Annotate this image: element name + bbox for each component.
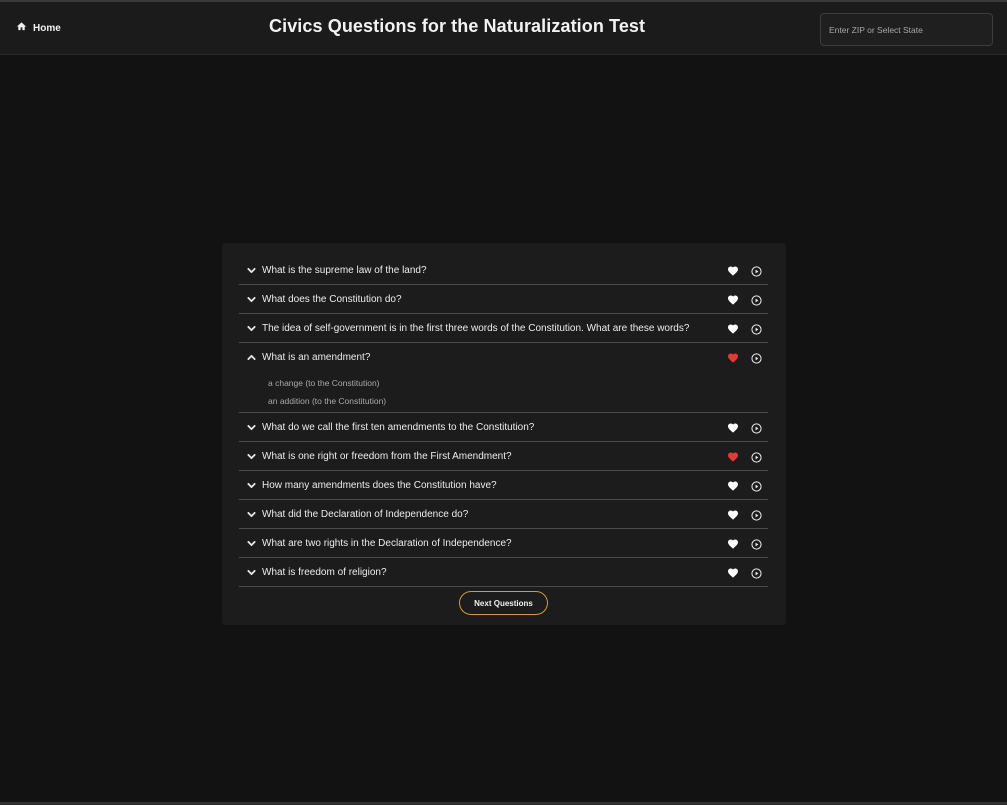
question-header[interactable]: What does the Constitution do? [239, 285, 768, 313]
chevron-down-icon[interactable] [247, 324, 256, 333]
chevron-up-icon[interactable] [247, 353, 256, 362]
heart-icon[interactable] [727, 264, 739, 276]
play-circle-icon[interactable] [751, 537, 762, 550]
play-circle-icon[interactable] [751, 293, 762, 306]
question-item: What do we call the first ten amendments… [239, 413, 768, 442]
question-item: What does the Constitution do? [239, 285, 768, 314]
question-header[interactable]: What is an amendment? [239, 343, 768, 371]
play-circle-icon[interactable] [751, 508, 762, 521]
home-label: Home [33, 22, 61, 34]
play-circle-icon[interactable] [751, 421, 762, 434]
heart-icon[interactable] [727, 322, 739, 334]
home-icon [16, 21, 27, 35]
question-item: What is the supreme law of the land? [239, 256, 768, 285]
heart-icon[interactable] [727, 508, 739, 520]
answer-item: a change (to the Constitution) [268, 378, 380, 388]
question-item: What did the Declaration of Independence… [239, 500, 768, 529]
question-header[interactable]: What are two rights in the Declaration o… [239, 529, 768, 557]
question-header[interactable]: What is one right or freedom from the Fi… [239, 442, 768, 470]
answer-item: an addition (to the Constitution) [268, 396, 387, 406]
question-text: The idea of self-government is in the fi… [262, 322, 690, 334]
heart-icon[interactable] [727, 351, 739, 363]
chevron-down-icon[interactable] [247, 568, 256, 577]
question-text: What is freedom of religion? [262, 566, 387, 578]
next-questions-button[interactable]: Next Questions [459, 591, 548, 615]
question-text: What is an amendment? [262, 351, 371, 363]
question-header[interactable]: The idea of self-government is in the fi… [239, 314, 768, 342]
questions-panel: What is the supreme law of the land? What… [222, 243, 786, 625]
question-header[interactable]: How many amendments does the Constitutio… [239, 471, 768, 499]
play-circle-icon[interactable] [751, 566, 762, 579]
play-circle-icon[interactable] [751, 479, 762, 492]
play-circle-icon[interactable] [751, 351, 762, 364]
question-header[interactable]: What is freedom of religion? [239, 558, 768, 586]
chevron-down-icon[interactable] [247, 481, 256, 490]
question-item: The idea of self-government is in the fi… [239, 314, 768, 343]
play-circle-icon[interactable] [751, 322, 762, 335]
chevron-down-icon[interactable] [247, 539, 256, 548]
heart-icon[interactable] [727, 421, 739, 433]
chevron-down-icon[interactable] [247, 423, 256, 432]
zip-state-input[interactable] [820, 13, 993, 46]
play-circle-icon[interactable] [751, 264, 762, 277]
question-item: What is an amendment? a change (to the Co… [239, 343, 768, 413]
question-text: What do we call the first ten amendments… [262, 421, 535, 433]
chevron-down-icon[interactable] [247, 452, 256, 461]
page-title: Civics Questions for the Naturalization … [269, 16, 646, 36]
question-text: What are two rights in the Declaration o… [262, 537, 512, 549]
heart-icon[interactable] [727, 479, 739, 491]
chevron-down-icon[interactable] [247, 266, 256, 275]
question-header[interactable]: What did the Declaration of Independence… [239, 500, 768, 528]
question-list: What is the supreme law of the land? What… [239, 256, 768, 587]
question-text: What did the Declaration of Independence… [262, 508, 469, 520]
question-header[interactable]: What is the supreme law of the land? [239, 256, 768, 284]
question-text: What is one right or freedom from the Fi… [262, 450, 512, 462]
heart-icon[interactable] [727, 293, 739, 305]
app-header: Home Civics Questions for the Naturaliza… [0, 2, 1007, 55]
question-item: What is freedom of religion? [239, 558, 768, 587]
heart-icon[interactable] [727, 537, 739, 549]
question-item: What are two rights in the Declaration o… [239, 529, 768, 558]
question-item: How many amendments does the Constitutio… [239, 471, 768, 500]
home-link[interactable]: Home [16, 21, 61, 35]
chevron-down-icon[interactable] [247, 510, 256, 519]
question-text: How many amendments does the Constitutio… [262, 479, 497, 491]
play-circle-icon[interactable] [751, 450, 762, 463]
question-text: What is the supreme law of the land? [262, 264, 427, 276]
chevron-down-icon[interactable] [247, 295, 256, 304]
heart-icon[interactable] [727, 450, 739, 462]
heart-icon[interactable] [727, 566, 739, 578]
question-header[interactable]: What do we call the first ten amendments… [239, 413, 768, 441]
question-item: What is one right or freedom from the Fi… [239, 442, 768, 471]
question-text: What does the Constitution do? [262, 293, 402, 305]
answer-list: a change (to the Constitution) an additio… [239, 371, 768, 412]
